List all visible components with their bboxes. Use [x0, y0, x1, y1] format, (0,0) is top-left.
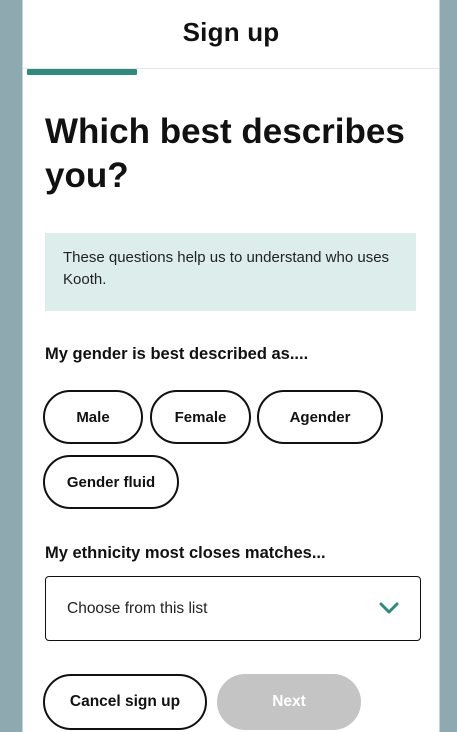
next-button[interactable]: Next	[217, 674, 361, 730]
ethnicity-select-placeholder: Choose from this list	[67, 599, 208, 617]
info-box: These questions help us to understand wh…	[45, 233, 416, 311]
page-heading: Which best describes you?	[45, 112, 405, 195]
ethnicity-question-label: My ethnicity most closes matches...	[45, 544, 326, 562]
gender-option-male[interactable]: Male	[43, 390, 143, 444]
cancel-signup-button[interactable]: Cancel sign up	[43, 674, 207, 730]
header-title: Sign up	[182, 16, 280, 47]
app-header: Sign up	[23, 0, 439, 69]
ethnicity-select[interactable]: Choose from this list	[45, 576, 421, 641]
progress-bar	[27, 69, 137, 75]
gender-question-label: My gender is best described as....	[45, 345, 309, 363]
gender-option-agender[interactable]: Agender	[257, 390, 383, 444]
gender-option-female[interactable]: Female	[150, 390, 251, 444]
signup-screen: Sign up Which best describes you? These …	[22, 0, 440, 732]
chevron-down-icon	[379, 602, 399, 614]
info-text: These questions help us to understand wh…	[63, 249, 390, 288]
gender-option-gender-fluid[interactable]: Gender fluid	[43, 455, 179, 509]
